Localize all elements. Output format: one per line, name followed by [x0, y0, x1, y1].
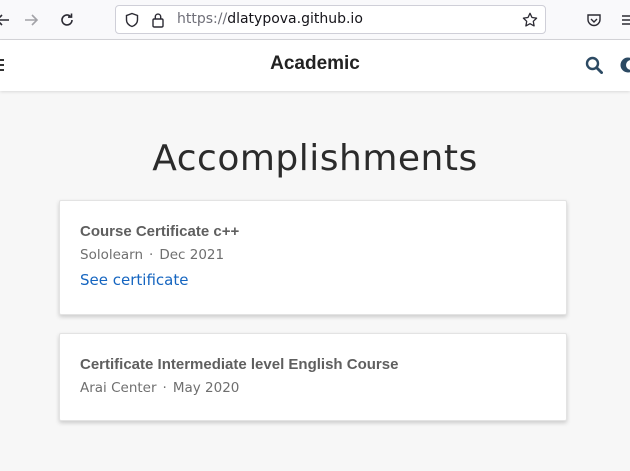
meta-separator: ·: [162, 380, 167, 396]
card-organization: Arai Center: [80, 380, 157, 396]
page-title: Accomplishments: [152, 138, 478, 179]
card-title: Certificate Intermediate level English C…: [80, 356, 399, 373]
url-protocol: https://: [177, 11, 228, 27]
address-bar[interactable]: https://dlatypova.github.io: [115, 5, 546, 34]
site-brand[interactable]: Academic: [0, 53, 630, 75]
forward-arrow-icon[interactable]: [20, 9, 42, 31]
shield-icon[interactable]: [123, 11, 141, 29]
lock-icon[interactable]: [149, 11, 167, 29]
menu-icon[interactable]: [617, 9, 630, 31]
card-meta: Arai Center · May 2020: [80, 380, 239, 396]
theme-toggle-icon[interactable]: [618, 55, 630, 75]
bookmark-star-icon[interactable]: [521, 11, 539, 29]
card-title: Course Certificate c++: [80, 223, 240, 240]
url-text[interactable]: https://dlatypova.github.io: [177, 11, 363, 27]
card-meta: Sololearn · Dec 2021: [80, 247, 224, 263]
meta-separator: ·: [149, 247, 154, 263]
card-date: May 2020: [172, 380, 240, 396]
reload-icon[interactable]: [56, 9, 78, 31]
search-icon[interactable]: [584, 55, 604, 75]
accomplishment-card: Certificate Intermediate level English C…: [59, 333, 567, 421]
site-navbar: Academic: [0, 40, 630, 91]
card-organization: Sololearn: [80, 247, 144, 263]
back-arrow-icon[interactable]: [0, 9, 14, 31]
card-date: Dec 2021: [159, 247, 225, 263]
browser-toolbar: https://dlatypova.github.io: [0, 0, 630, 40]
see-certificate-link[interactable]: See certificate: [80, 271, 188, 289]
url-host: dlatypova.github.io: [227, 11, 363, 27]
pocket-icon[interactable]: [583, 9, 605, 31]
accomplishment-card: Course Certificate c++ Sololearn · Dec 202…: [59, 200, 567, 315]
